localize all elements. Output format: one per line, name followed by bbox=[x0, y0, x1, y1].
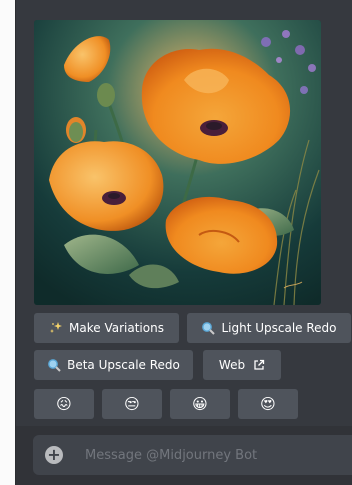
unamused-face-icon: 😒 bbox=[124, 395, 140, 413]
reaction-button-grinning[interactable]: 😀 bbox=[170, 389, 230, 419]
add-attachment-icon[interactable]: + bbox=[45, 446, 63, 464]
light-upscale-redo-button[interactable]: Light Upscale Redo bbox=[187, 313, 351, 343]
grinning-face-icon: 😀 bbox=[192, 395, 208, 413]
message-input-box: + bbox=[33, 435, 352, 475]
light-upscale-redo-label: Light Upscale Redo bbox=[221, 321, 337, 335]
web-label: Web bbox=[218, 358, 246, 372]
confounded-face-icon: 😖 bbox=[56, 395, 72, 413]
web-button[interactable]: Web bbox=[203, 350, 281, 380]
poppies-artwork bbox=[34, 20, 321, 305]
reaction-button-confounded[interactable]: 😖 bbox=[34, 389, 94, 419]
external-link-icon bbox=[253, 359, 265, 371]
magnifier-icon bbox=[47, 358, 61, 372]
sparkles-icon bbox=[49, 321, 63, 335]
beta-upscale-redo-label: Beta Upscale Redo bbox=[67, 358, 180, 372]
make-variations-label: Make Variations bbox=[69, 321, 164, 335]
heart-eyes-face-icon: 😍 bbox=[260, 395, 276, 413]
message-composer: + bbox=[16, 426, 352, 485]
message-input[interactable] bbox=[85, 435, 345, 475]
reaction-button-unamused[interactable]: 😒 bbox=[102, 389, 162, 419]
generated-image[interactable] bbox=[34, 20, 321, 305]
reaction-button-heart-eyes[interactable]: 😍 bbox=[238, 389, 298, 419]
beta-upscale-redo-button[interactable]: Beta Upscale Redo bbox=[34, 350, 193, 380]
chat-panel: Make Variations Light Upscale Redo Beta … bbox=[15, 0, 352, 485]
magnifier-icon bbox=[201, 321, 216, 335]
make-variations-button[interactable]: Make Variations bbox=[34, 313, 179, 343]
